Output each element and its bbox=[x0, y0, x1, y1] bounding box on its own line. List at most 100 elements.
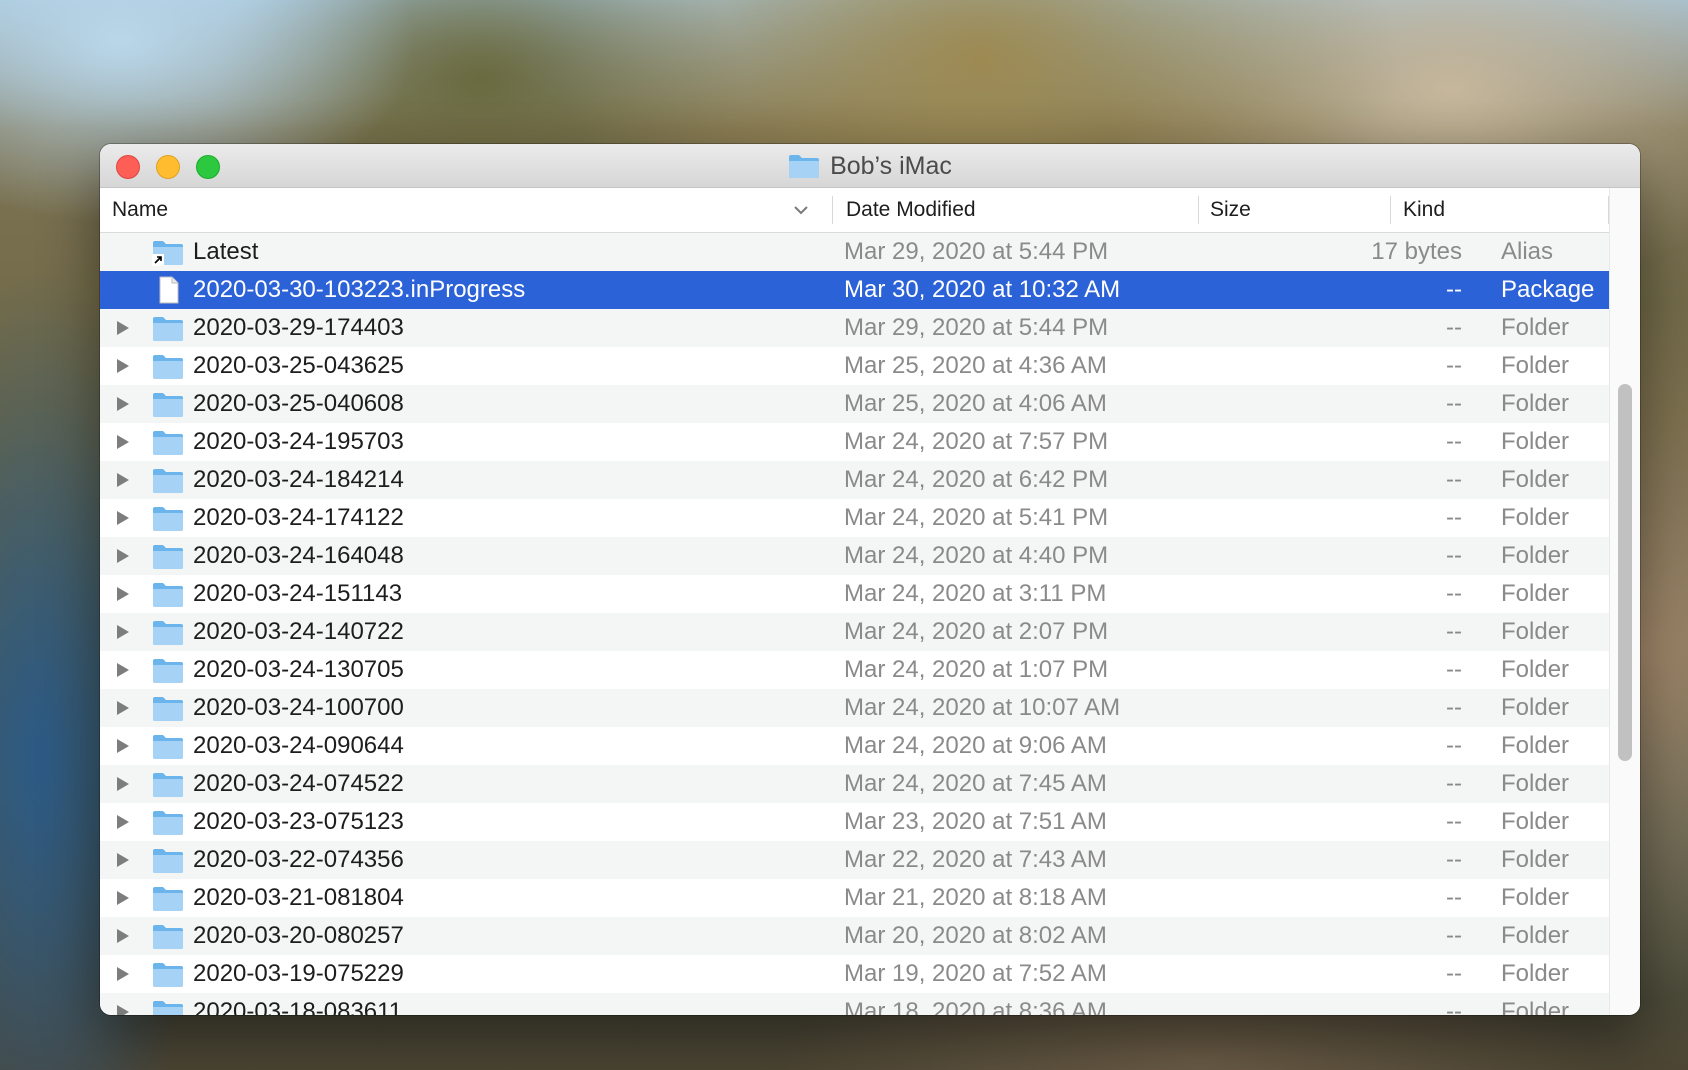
row-kind: Folder bbox=[1501, 808, 1570, 835]
folder-icon bbox=[152, 808, 184, 836]
table-row[interactable]: 2020-03-20-080257 Mar 20, 2020 at 8:02 AM… bbox=[100, 917, 1610, 955]
disclosure-triangle-icon[interactable] bbox=[116, 879, 134, 917]
table-row[interactable]: 2020-03-24-195703 Mar 24, 2020 at 7:57 PM… bbox=[100, 423, 1610, 461]
window-title-text: Bob’s iMac bbox=[830, 151, 952, 180]
table-row[interactable]: 2020-03-24-164048 Mar 24, 2020 at 4:40 PM… bbox=[100, 537, 1610, 575]
table-row[interactable]: 2020-03-24-174122 Mar 24, 2020 at 5:41 PM… bbox=[100, 499, 1610, 537]
column-header-size[interactable]: Size bbox=[1210, 188, 1251, 232]
table-row[interactable]: 2020-03-24-184214 Mar 24, 2020 at 6:42 PM… bbox=[100, 461, 1610, 499]
row-date: Mar 20, 2020 at 8:02 AM bbox=[844, 922, 1107, 949]
disclosure-triangle-icon[interactable] bbox=[116, 613, 134, 651]
row-size: -- bbox=[1446, 390, 1462, 417]
folder-icon bbox=[152, 732, 184, 760]
table-row[interactable]: 2020-03-21-081804 Mar 21, 2020 at 8:18 AM… bbox=[100, 879, 1610, 917]
row-size: -- bbox=[1446, 770, 1462, 797]
disclosure-triangle-icon[interactable] bbox=[116, 461, 134, 499]
table-row[interactable]: 2020-03-25-043625 Mar 25, 2020 at 4:36 AM… bbox=[100, 347, 1610, 385]
row-name: 2020-03-24-184214 bbox=[193, 466, 404, 493]
disclosure-triangle-icon[interactable] bbox=[116, 993, 134, 1015]
table-row[interactable]: Latest Mar 29, 2020 at 5:44 PM 17 bytes Ali… bbox=[100, 233, 1610, 271]
row-kind: Folder bbox=[1501, 466, 1570, 493]
row-name: 2020-03-24-164048 bbox=[193, 542, 404, 569]
disclosure-triangle-icon[interactable] bbox=[116, 309, 134, 347]
table-row[interactable]: 2020-03-22-074356 Mar 22, 2020 at 7:43 AM… bbox=[100, 841, 1610, 879]
row-name: 2020-03-24-140722 bbox=[193, 618, 404, 645]
row-kind: Folder bbox=[1501, 732, 1570, 759]
disclosure-triangle-icon[interactable] bbox=[116, 765, 134, 803]
disclosure-triangle-icon[interactable] bbox=[116, 955, 134, 993]
finder-window: Bob’s iMac Name Date Modified Size Kind … bbox=[100, 144, 1640, 1015]
row-kind: Folder bbox=[1501, 542, 1570, 569]
table-row[interactable]: 2020-03-19-075229 Mar 19, 2020 at 7:52 AM… bbox=[100, 955, 1610, 993]
column-header-date[interactable]: Date Modified bbox=[846, 188, 976, 232]
column-divider[interactable] bbox=[1390, 196, 1391, 224]
table-row[interactable]: 2020-03-24-090644 Mar 24, 2020 at 9:06 AM… bbox=[100, 727, 1610, 765]
disclosure-triangle-icon[interactable] bbox=[116, 841, 134, 879]
row-kind: Folder bbox=[1501, 998, 1570, 1015]
row-name: 2020-03-24-195703 bbox=[193, 428, 404, 455]
row-size: -- bbox=[1446, 732, 1462, 759]
vertical-scrollbar[interactable] bbox=[1609, 188, 1640, 1015]
row-date: Mar 24, 2020 at 10:07 AM bbox=[844, 694, 1121, 721]
table-row[interactable]: 2020-03-24-140722 Mar 24, 2020 at 2:07 PM… bbox=[100, 613, 1610, 651]
column-header: Name Date Modified Size Kind bbox=[100, 188, 1610, 233]
disclosure-triangle-icon[interactable] bbox=[116, 423, 134, 461]
row-kind: Folder bbox=[1501, 618, 1570, 645]
column-header-name[interactable]: Name bbox=[112, 188, 168, 232]
disclosure-triangle-icon[interactable] bbox=[116, 727, 134, 765]
row-kind: Folder bbox=[1501, 580, 1570, 607]
row-name: 2020-03-29-174403 bbox=[193, 314, 404, 341]
table-row[interactable]: 2020-03-18-083611 Mar 18, 2020 at 8:36 AM… bbox=[100, 993, 1610, 1015]
document-icon bbox=[152, 276, 184, 304]
column-header-kind[interactable]: Kind bbox=[1403, 188, 1445, 232]
disclosure-triangle-icon[interactable] bbox=[116, 537, 134, 575]
scrollbar-thumb[interactable] bbox=[1618, 384, 1632, 761]
row-name: 2020-03-20-080257 bbox=[193, 922, 404, 949]
disclosure-triangle-icon[interactable] bbox=[116, 575, 134, 613]
folder-icon bbox=[152, 466, 184, 494]
disclosure-triangle-icon[interactable] bbox=[116, 385, 134, 423]
row-size: -- bbox=[1446, 542, 1462, 569]
disclosure-triangle-icon[interactable] bbox=[116, 347, 134, 385]
folder-icon bbox=[789, 155, 820, 178]
row-name: 2020-03-22-074356 bbox=[193, 846, 404, 873]
row-size: -- bbox=[1446, 504, 1462, 531]
row-name: 2020-03-18-083611 bbox=[193, 998, 403, 1015]
row-size: -- bbox=[1446, 998, 1462, 1015]
row-size: -- bbox=[1446, 352, 1462, 379]
table-row[interactable]: 2020-03-24-100700 Mar 24, 2020 at 10:07 A… bbox=[100, 689, 1610, 727]
window-title: Bob’s iMac bbox=[100, 144, 1640, 188]
disclosure-triangle-icon[interactable] bbox=[116, 917, 134, 955]
folder-icon bbox=[152, 618, 184, 646]
row-name: 2020-03-25-040608 bbox=[193, 390, 404, 417]
folder-icon bbox=[152, 428, 184, 456]
disclosure-triangle-icon[interactable] bbox=[116, 689, 134, 727]
row-kind: Folder bbox=[1501, 390, 1570, 417]
row-date: Mar 24, 2020 at 6:42 PM bbox=[844, 466, 1109, 493]
row-size: -- bbox=[1446, 922, 1462, 949]
disclosure-triangle-icon[interactable] bbox=[116, 499, 134, 537]
table-row[interactable]: 2020-03-29-174403 Mar 29, 2020 at 5:44 PM… bbox=[100, 309, 1610, 347]
column-header-date-label: Date Modified bbox=[846, 198, 976, 221]
row-kind: Alias bbox=[1501, 238, 1554, 265]
row-size: -- bbox=[1446, 960, 1462, 987]
column-header-size-label: Size bbox=[1210, 198, 1251, 221]
column-divider[interactable] bbox=[832, 196, 833, 224]
disclosure-triangle-icon[interactable] bbox=[116, 651, 134, 689]
row-size: -- bbox=[1446, 580, 1462, 607]
table-row-selected[interactable]: 2020-03-30-103223.inProgress Mar 30, 2020… bbox=[100, 271, 1610, 309]
column-divider[interactable] bbox=[1198, 196, 1199, 224]
sort-chevron-down-icon[interactable] bbox=[792, 202, 810, 218]
table-row[interactable]: 2020-03-23-075123 Mar 23, 2020 at 7:51 AM… bbox=[100, 803, 1610, 841]
table-row[interactable]: 2020-03-25-040608 Mar 25, 2020 at 4:06 AM… bbox=[100, 385, 1610, 423]
title-bar[interactable]: Bob’s iMac bbox=[100, 144, 1640, 188]
folder-icon bbox=[152, 998, 184, 1015]
file-list: Latest Mar 29, 2020 at 5:44 PM 17 bytes Ali… bbox=[100, 233, 1610, 1015]
table-row[interactable]: 2020-03-24-130705 Mar 24, 2020 at 1:07 PM… bbox=[100, 651, 1610, 689]
table-row[interactable]: 2020-03-24-074522 Mar 24, 2020 at 7:45 AM… bbox=[100, 765, 1610, 803]
row-size: -- bbox=[1446, 466, 1462, 493]
table-row[interactable]: 2020-03-24-151143 Mar 24, 2020 at 3:11 PM… bbox=[100, 575, 1610, 613]
column-header-kind-label: Kind bbox=[1403, 198, 1446, 221]
row-date: Mar 30, 2020 at 10:32 AM bbox=[844, 276, 1121, 303]
disclosure-triangle-icon[interactable] bbox=[116, 803, 134, 841]
